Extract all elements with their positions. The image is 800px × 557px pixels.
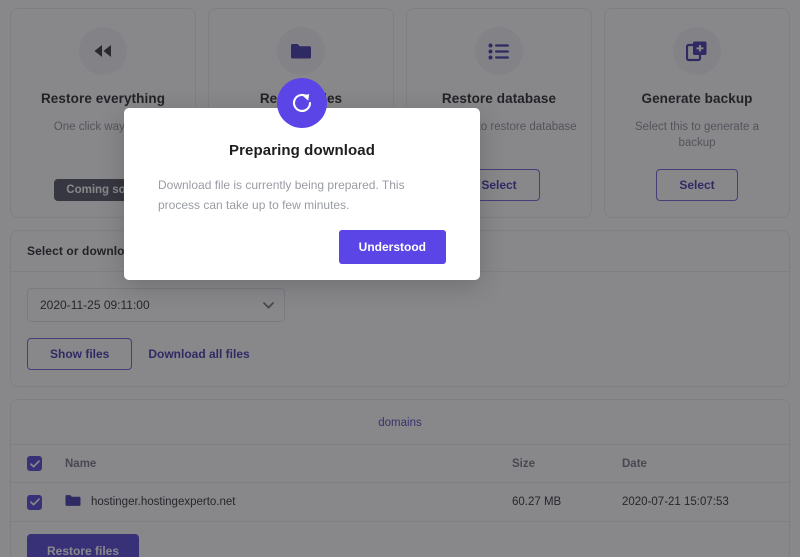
- modal-title: Preparing download: [229, 142, 375, 159]
- modal-body-text: Download file is currently being prepare…: [158, 178, 405, 213]
- understood-button[interactable]: Understood: [338, 229, 446, 264]
- refresh-icon: [277, 78, 327, 128]
- modal-footer: Understood: [158, 229, 446, 264]
- app-root: Restore everything One click way back Co…: [0, 0, 800, 557]
- preparing-download-modal: Preparing download Download file is curr…: [124, 78, 480, 280]
